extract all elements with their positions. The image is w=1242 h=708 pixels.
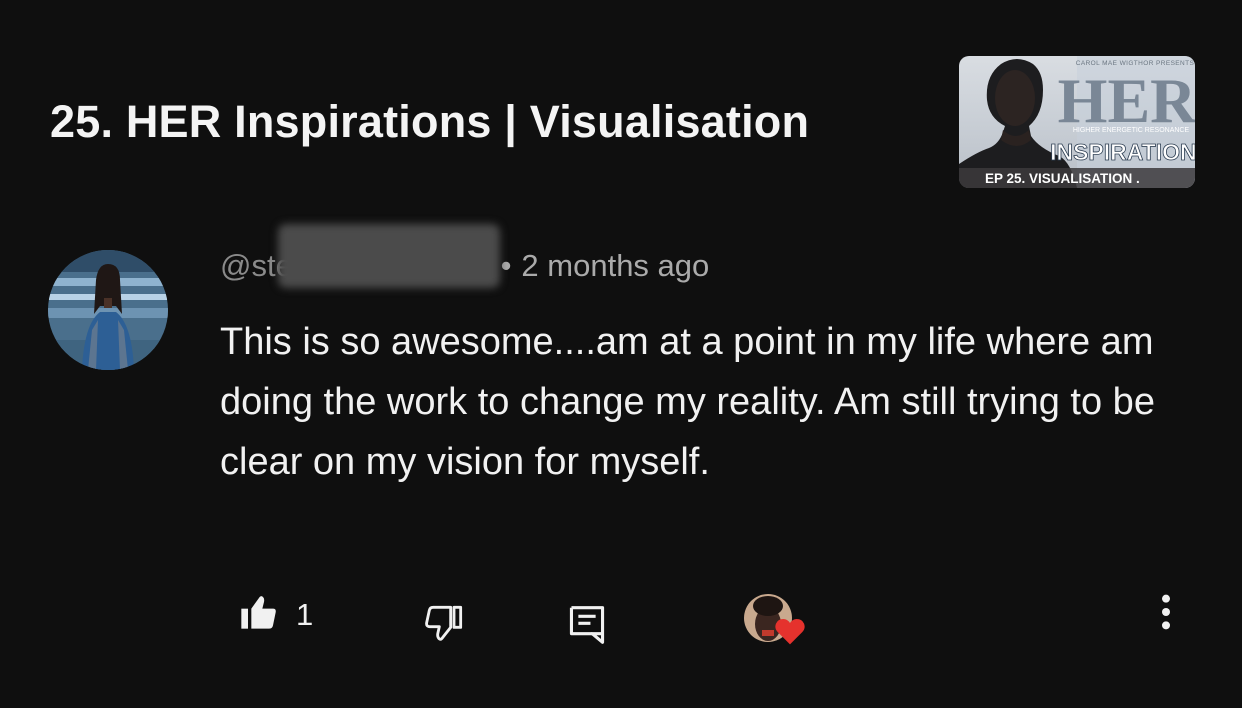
thumbnail-tagline-text: HIGHER ENERGETIC RESONANCE xyxy=(1073,127,1190,134)
thumbs-down-icon xyxy=(424,604,464,649)
thumbnail-series-text: INSPIRATIONS xyxy=(1050,139,1195,165)
creator-heart-badge[interactable] xyxy=(744,594,808,650)
commenter-handle[interactable]: @ste083 xyxy=(220,224,500,288)
thumbnail-episode-text: EP 25. VISUALISATION . xyxy=(985,171,1140,186)
handle-redaction-blur xyxy=(278,224,500,288)
video-thumbnail[interactable]: CAROL MAE WIGTHOR PRESENTS HER HIGHER EN… xyxy=(959,56,1195,188)
thumbs-up-icon xyxy=(238,592,278,637)
reply-button[interactable] xyxy=(568,604,606,651)
comment-screen: 25. HER Inspirations | Visualisation CAR… xyxy=(0,0,1242,708)
video-title[interactable]: 25. HER Inspirations | Visualisation xyxy=(50,96,809,148)
like-count: 1 xyxy=(296,596,314,632)
comment-actions: 1 xyxy=(0,580,1242,650)
dislike-button[interactable] xyxy=(424,604,464,649)
like-button[interactable]: 1 xyxy=(238,592,313,637)
comment-timestamp: 2 months ago xyxy=(521,248,710,283)
thumbnail-brand-text: HER xyxy=(1058,65,1195,136)
commenter-avatar[interactable] xyxy=(48,250,168,370)
comment-meta: @ste083 • 2 months ago xyxy=(220,224,710,288)
more-options-button[interactable] xyxy=(1154,592,1178,637)
meta-separator: • xyxy=(500,248,512,283)
comment-body: This is so awesome....am at a point in m… xyxy=(220,321,1155,483)
more-vertical-icon xyxy=(1154,592,1178,637)
reply-icon xyxy=(568,604,606,651)
heart-icon xyxy=(774,616,806,651)
